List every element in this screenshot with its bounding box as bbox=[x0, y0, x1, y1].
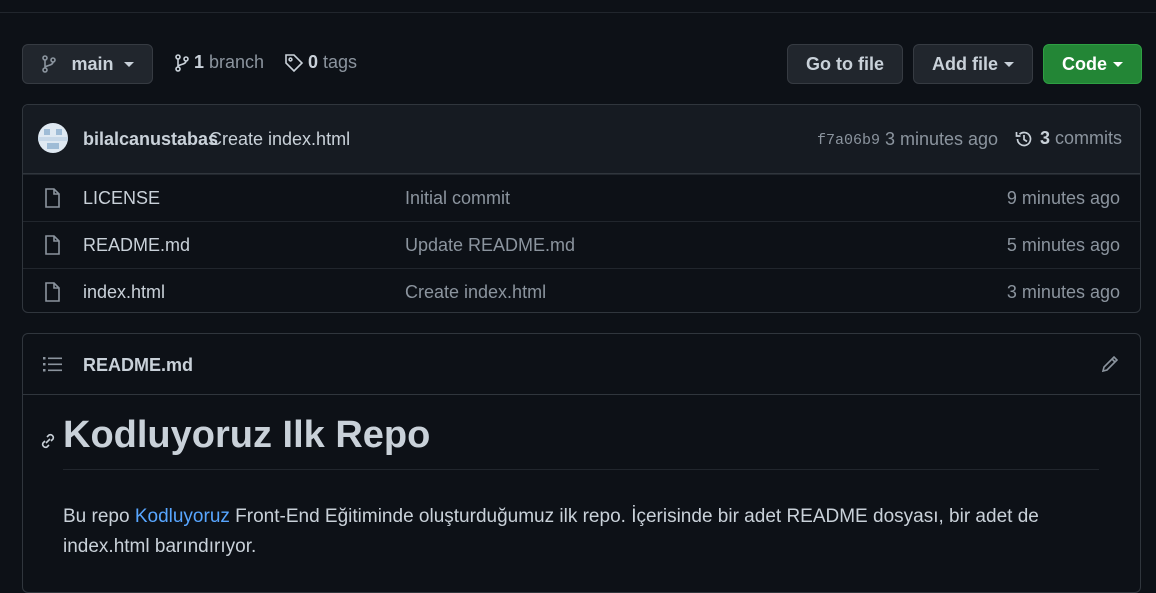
tag-count: 0 bbox=[308, 52, 319, 72]
file-icon bbox=[44, 235, 60, 255]
file-commit-time: 5 minutes ago bbox=[1006, 235, 1120, 255]
readme-text-before: Bu repo bbox=[63, 506, 135, 527]
tag-icon bbox=[284, 53, 304, 73]
file-name[interactable]: index.html bbox=[83, 282, 165, 303]
commit-time[interactable]: 3 minutes ago bbox=[885, 129, 998, 150]
code-button[interactable]: Code bbox=[1043, 44, 1142, 84]
readme-filename[interactable]: README.md bbox=[83, 355, 193, 376]
avatar[interactable] bbox=[38, 123, 68, 153]
top-divider bbox=[0, 12, 1156, 13]
history-icon bbox=[1014, 129, 1034, 149]
branch-selector-button[interactable]: main bbox=[22, 44, 153, 84]
commit-author[interactable]: bilalcanustabas bbox=[83, 129, 218, 150]
file-commit-time: 3 minutes ago bbox=[1006, 282, 1120, 302]
readme-header: README.md bbox=[23, 334, 1140, 395]
commit-count: 3 bbox=[1040, 128, 1051, 148]
git-branch-icon bbox=[41, 55, 57, 73]
file-list: bilalcanustabas Create index.html f7a06b… bbox=[22, 104, 1141, 313]
file-name[interactable]: README.md bbox=[83, 235, 190, 256]
tag-label: tags bbox=[323, 52, 358, 72]
add-file-button[interactable]: Add file bbox=[913, 44, 1033, 84]
branch-name: main bbox=[71, 53, 114, 74]
file-commit-time: 9 minutes ago bbox=[1006, 188, 1120, 208]
branches-link[interactable]: 1 branch bbox=[174, 52, 264, 73]
file-icon bbox=[44, 282, 60, 302]
chevron-down-icon bbox=[1004, 61, 1014, 67]
branch-count: 1 bbox=[194, 52, 205, 72]
kodluyoruz-link[interactable]: Kodluyoruz bbox=[135, 506, 230, 527]
git-branch-icon bbox=[174, 53, 190, 72]
add-file-label: Add file bbox=[932, 53, 998, 74]
readme-paragraph: Bu repo Kodluyoruz Front-End Eğitiminde … bbox=[63, 502, 1103, 562]
file-commit-message[interactable]: Initial commit bbox=[405, 188, 510, 209]
latest-commit-bar: bilalcanustabas Create index.html f7a06b… bbox=[23, 105, 1140, 174]
file-name[interactable]: LICENSE bbox=[83, 188, 160, 209]
chevron-down-icon bbox=[123, 61, 134, 67]
list-unordered-icon[interactable] bbox=[43, 356, 63, 372]
commits-label: commits bbox=[1055, 128, 1123, 148]
file-commit-message[interactable]: Update README.md bbox=[405, 235, 575, 256]
tags-link[interactable]: 0 tags bbox=[284, 52, 357, 73]
file-row: index.html Create index.html 3 minutes a… bbox=[23, 268, 1140, 312]
file-row: README.md Update README.md 5 minutes ago bbox=[23, 221, 1140, 268]
file-icon bbox=[44, 188, 60, 208]
readme-title: Kodluyoruz Ilk Repo bbox=[63, 414, 1099, 470]
commit-message[interactable]: Create index.html bbox=[209, 129, 350, 150]
anchor-link-icon[interactable] bbox=[38, 433, 58, 449]
branch-label: branch bbox=[209, 52, 265, 72]
readme-panel: README.md Kodluyoruz Ilk Repo Bu repo Ko… bbox=[22, 333, 1141, 593]
commits-history-link[interactable]: 3 commits bbox=[1014, 128, 1122, 149]
commit-hash[interactable]: f7a06b9 bbox=[817, 132, 880, 149]
pencil-icon[interactable] bbox=[1100, 354, 1120, 374]
code-label: Code bbox=[1062, 53, 1107, 74]
go-to-file-button[interactable]: Go to file bbox=[787, 44, 903, 84]
file-commit-message[interactable]: Create index.html bbox=[405, 282, 546, 303]
file-row: LICENSE Initial commit 9 minutes ago bbox=[23, 174, 1140, 221]
chevron-down-icon bbox=[1113, 61, 1123, 67]
